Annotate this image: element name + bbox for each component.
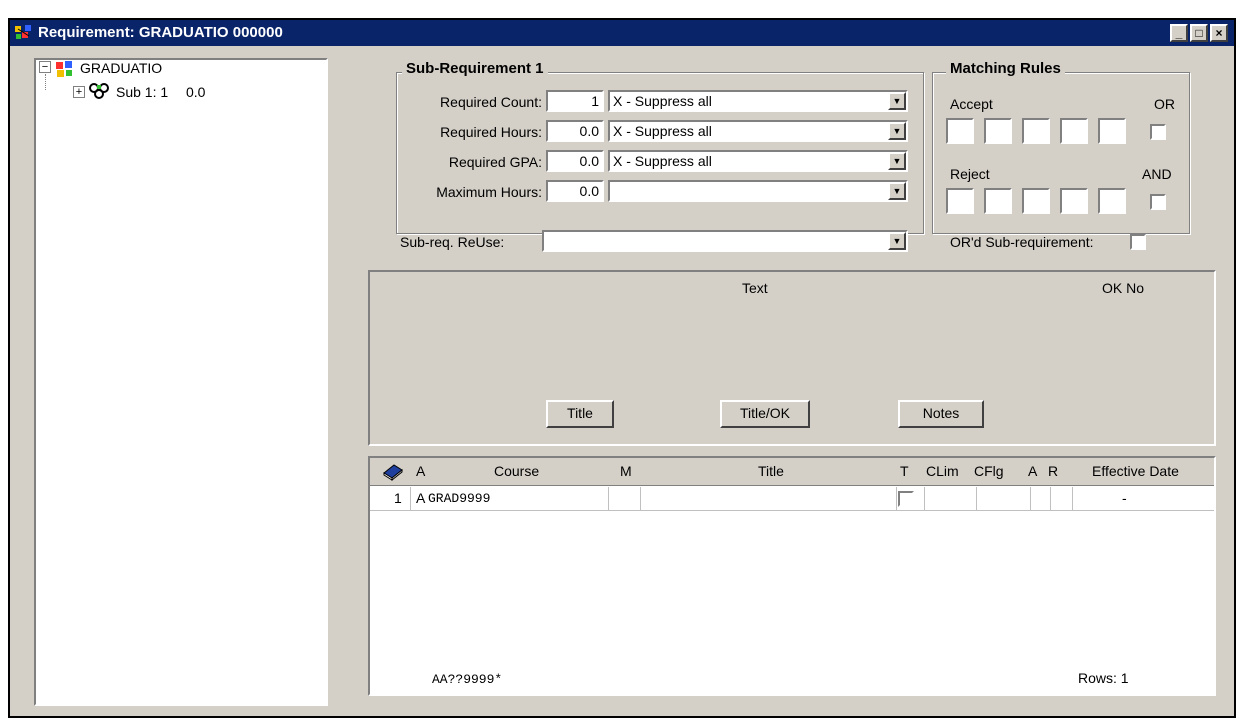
required-count-option: X - Suppress all — [613, 93, 712, 109]
reject-label: Reject — [950, 166, 990, 182]
col-clim-header[interactable]: CLim — [926, 463, 959, 479]
ord-subrequirement-label: OR'd Sub-requirement: — [950, 234, 1094, 250]
required-count-select[interactable]: X - Suppress all ▼ — [608, 90, 908, 112]
chevron-down-icon[interactable]: ▼ — [888, 92, 906, 110]
reject-box-1[interactable] — [946, 188, 974, 214]
required-count-input[interactable]: 1 — [546, 90, 604, 112]
chevron-down-icon[interactable]: ▼ — [888, 152, 906, 170]
chevron-down-icon[interactable]: ▼ — [888, 232, 906, 250]
accept-box-1[interactable] — [946, 118, 974, 144]
subrequirement-node-icon — [89, 83, 109, 99]
required-gpa-option: X - Suppress all — [613, 153, 712, 169]
reject-box-2[interactable] — [984, 188, 1012, 214]
graduation-node-icon — [56, 61, 72, 77]
accept-box-3[interactable] — [1022, 118, 1050, 144]
cell-divider — [410, 487, 411, 510]
tree-sub1-value: 0.0 — [186, 84, 206, 100]
subreq-reuse-select[interactable]: ▼ — [542, 230, 908, 252]
required-gpa-select[interactable]: X - Suppress all ▼ — [608, 150, 908, 172]
row-number: 1 — [394, 490, 402, 506]
ok-no-header: OK No — [1102, 280, 1145, 296]
cell-divider — [924, 487, 925, 510]
tree-root-label[interactable]: GRADUATIO — [80, 60, 162, 76]
notes-button[interactable]: Notes — [898, 400, 984, 428]
required-hours-label: Required Hours: — [440, 124, 542, 140]
col-t-header[interactable]: T — [900, 463, 909, 479]
matching-rules-title: Matching Rules — [946, 60, 1065, 77]
maximum-hours-select[interactable]: ▼ — [608, 180, 908, 202]
cell-divider — [1050, 487, 1051, 510]
accept-box-5[interactable] — [1098, 118, 1126, 144]
title-bar[interactable]: Requirement: GRADUATIO 000000 _ □ × — [10, 20, 1234, 46]
rows-count: Rows: 1 — [1078, 670, 1129, 686]
course-grid[interactable]: A Course M Title T CLim CFlg A R Effecti… — [368, 456, 1216, 696]
subreq-reuse-label: Sub-req. ReUse: — [400, 234, 505, 250]
title-button[interactable]: Title — [546, 400, 614, 428]
title-ok-button[interactable]: Title/OK — [720, 400, 810, 428]
and-label: AND — [1142, 166, 1172, 182]
col-course-header[interactable]: Course — [494, 463, 539, 479]
required-gpa-input[interactable]: 0.0 — [546, 150, 604, 172]
row-course-cell[interactable]: GRAD9999 — [428, 491, 490, 506]
col-r-header[interactable]: R — [1048, 463, 1058, 479]
cell-divider — [976, 487, 977, 510]
required-hours-select[interactable]: X - Suppress all ▼ — [608, 120, 908, 142]
required-gpa-label: Required GPA: — [448, 154, 542, 170]
course-pattern: AA??9999* — [432, 672, 503, 687]
maximum-hours-input[interactable]: 0.0 — [546, 180, 604, 202]
row-effective-date-cell[interactable]: - — [1122, 490, 1127, 506]
maximize-icon[interactable]: □ — [1190, 24, 1208, 42]
reject-box-4[interactable] — [1060, 188, 1088, 214]
cell-divider — [640, 487, 641, 510]
col-m-header[interactable]: M — [620, 463, 632, 479]
chevron-down-icon[interactable]: ▼ — [888, 182, 906, 200]
chevron-down-icon[interactable]: ▼ — [888, 122, 906, 140]
col-effective-date-header[interactable]: Effective Date — [1092, 463, 1179, 479]
cell-divider — [1072, 487, 1073, 510]
col-a2-header[interactable]: A — [1028, 463, 1037, 479]
cell-divider — [1030, 487, 1031, 510]
book-icon — [383, 464, 403, 481]
accept-box-2[interactable] — [984, 118, 1012, 144]
required-hours-input[interactable]: 0.0 — [546, 120, 604, 142]
text-panel: Text OK No Title Title/OK Notes — [368, 270, 1216, 446]
collapse-root-icon[interactable]: − — [39, 61, 51, 73]
grid-header: A Course M Title T CLim CFlg A R Effecti… — [370, 458, 1214, 486]
table-row[interactable]: 1 A GRAD9999 - — [370, 487, 1214, 511]
cell-divider — [896, 487, 897, 510]
col-title-header[interactable]: Title — [758, 463, 784, 479]
required-count-label: Required Count: — [440, 94, 542, 110]
cell-divider — [608, 487, 609, 510]
or-label: OR — [1154, 96, 1175, 112]
subrequirement-title: Sub-Requirement 1 — [402, 60, 548, 77]
requirement-window: Requirement: GRADUATIO 000000 _ □ × − GR… — [8, 18, 1236, 718]
col-a-header[interactable]: A — [416, 463, 425, 479]
row-a-cell[interactable]: A — [416, 490, 425, 506]
accept-label: Accept — [950, 96, 993, 112]
col-cflg-header[interactable]: CFlg — [974, 463, 1004, 479]
and-checkbox[interactable] — [1150, 194, 1166, 210]
tree-sub1-label[interactable]: Sub 1: 1 — [116, 84, 168, 100]
close-icon[interactable]: × — [1210, 24, 1228, 42]
requirement-tree[interactable]: − GRADUATIO + Sub 1: 1 0.0 — [34, 58, 328, 706]
minimize-icon[interactable]: _ — [1170, 24, 1188, 42]
ord-subrequirement-checkbox[interactable] — [1130, 234, 1146, 250]
expand-sub1-icon[interactable]: + — [73, 86, 85, 98]
maximum-hours-label: Maximum Hours: — [436, 184, 542, 200]
window-title: Requirement: GRADUATIO 000000 — [38, 24, 283, 41]
text-header: Text — [742, 280, 768, 296]
reject-box-5[interactable] — [1098, 188, 1126, 214]
tree-line — [45, 74, 46, 90]
or-checkbox[interactable] — [1150, 124, 1166, 140]
accept-box-4[interactable] — [1060, 118, 1088, 144]
requirement-app-icon — [15, 25, 31, 39]
required-hours-option: X - Suppress all — [613, 123, 712, 139]
row-t-checkbox[interactable] — [898, 491, 914, 507]
reject-box-3[interactable] — [1022, 188, 1050, 214]
